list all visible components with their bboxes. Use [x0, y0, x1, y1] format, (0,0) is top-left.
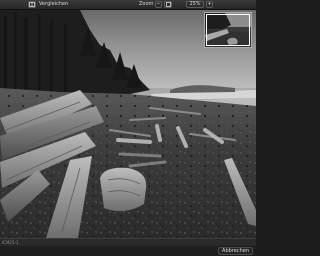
zoom-out-button[interactable]: − — [155, 1, 162, 8]
navigator-viewport-frame[interactable] — [206, 14, 250, 46]
fit-screen-icon — [165, 2, 171, 7]
zoom-label: Zoom — [139, 1, 154, 7]
top-toolbar: Vergleichen Zoom − 25% + — [0, 0, 256, 10]
zoom-value: 25% — [189, 1, 201, 7]
zoom-in-icon: + — [207, 1, 212, 7]
cancel-button[interactable]: Abbrechen — [218, 247, 253, 255]
bottom-bar: Abbrechen — [0, 246, 256, 256]
split-view-icon — [29, 2, 35, 7]
compare-label[interactable]: Vergleichen — [39, 1, 68, 8]
navigator-thumbnail[interactable] — [204, 12, 252, 48]
status-bar: ICM25-1 — [0, 238, 256, 246]
zoom-out-icon: − — [156, 1, 161, 7]
zoom-value-field[interactable]: 25% — [186, 1, 204, 8]
zoom-fit-button[interactable] — [164, 1, 172, 8]
zoom-in-button[interactable]: + — [206, 1, 213, 8]
compare-split-button[interactable] — [28, 1, 36, 8]
status-text: ICM25-1 — [2, 240, 19, 245]
